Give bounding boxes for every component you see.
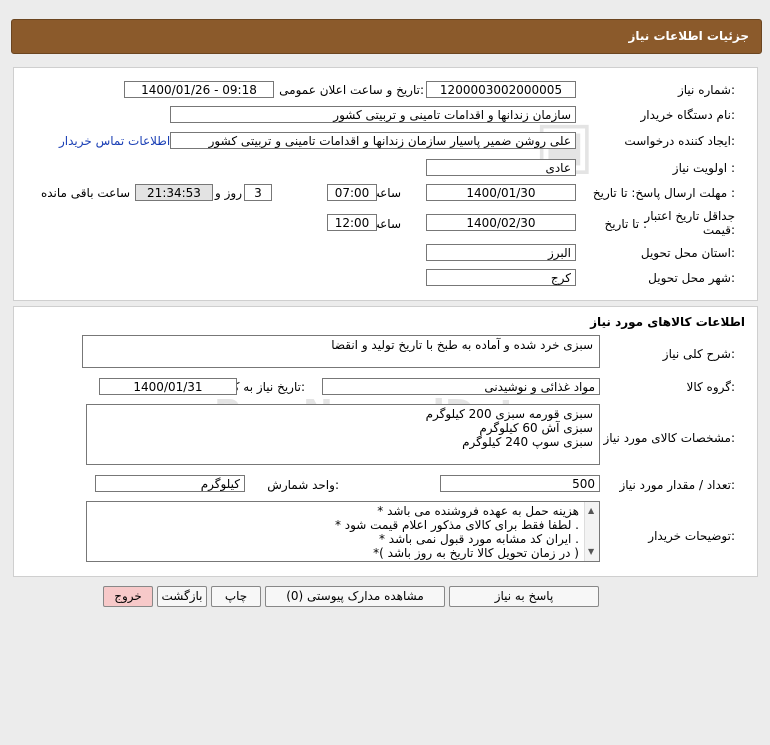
exit-button[interactable]: خروج xyxy=(103,586,153,607)
need-number-field: 1200003002000005 xyxy=(426,81,576,98)
print-button[interactable]: چاپ xyxy=(211,586,261,607)
details-panel: ▣ شماره نیاز: 1200003002000005 تاریخ و س… xyxy=(13,67,758,301)
remaining-days-field: 3 xyxy=(244,184,272,201)
scroll-down-icon[interactable]: ▼ xyxy=(588,545,594,559)
deadline-time-field: 07:00 xyxy=(327,184,377,201)
note-line: . ایران کد مشابه مورد قبول نمی باشد * xyxy=(378,532,579,546)
unit-label: واحد شمارش: xyxy=(267,478,339,492)
unit-field: کیلوگرم xyxy=(95,475,245,492)
spec-line: سبزی آش 60 کیلوگرم xyxy=(479,421,593,435)
deadline-label: مهلت ارسال پاسخ: تا تاریخ : xyxy=(592,186,735,200)
deadline-date-field: 1400/01/30 xyxy=(426,184,576,201)
announce-field: 1400/01/26 - 09:18 xyxy=(124,81,274,98)
note-line: ( در زمان تحویل کالا تاریخ به روز باشد )… xyxy=(373,546,579,560)
remaining-label: ساعت باقی مانده xyxy=(40,186,130,200)
scroll-up-icon[interactable]: ▲ xyxy=(588,504,594,518)
validity-label-2: قیمت: xyxy=(702,223,735,237)
validity-label-1: جداقل تاریخ اعتبار xyxy=(644,209,735,223)
reply-button[interactable]: پاسخ به نیاز xyxy=(449,586,599,607)
priority-label: اولویت نیاز : xyxy=(672,161,735,175)
goods-panel: ParsNamadData اطلاعات کالاهای مورد نیاز … xyxy=(13,306,758,577)
notes-label: توضیحات خریدار: xyxy=(648,529,735,543)
creator-label: ایجاد کننده درخواست: xyxy=(624,134,735,148)
specs-label: مشخصات کالای مورد نیاز: xyxy=(603,431,735,445)
notes-field[interactable]: هزینه حمل به عهده فروشنده می باشد * . لط… xyxy=(86,501,600,562)
province-field: البرز xyxy=(426,244,576,261)
goods-group-field: مواد غذائی و نوشیدنی xyxy=(322,378,600,395)
buyer-contact-link[interactable]: اطلاعات تماس خریدار xyxy=(59,134,170,148)
description-field: سبزی خرد شده و آماده به طبخ با تاریخ تول… xyxy=(82,335,600,368)
goods-group-label: گروه کالا: xyxy=(686,380,736,394)
back-button[interactable]: بازگشت xyxy=(157,586,207,607)
note-line: . لطفا فقط برای کالای مذکور اعلام قیمت ش… xyxy=(334,518,579,532)
priority-field: عادی xyxy=(426,159,576,176)
buyer-org-field: سازمان زندانها و اقدامات تامینی و تربیتی… xyxy=(170,106,576,123)
need-number-label: شماره نیاز: xyxy=(677,83,735,97)
province-label: استان محل تحویل: xyxy=(640,246,735,260)
page-header: جزئیات اطلاعات نیاز xyxy=(11,19,762,54)
creator-field: علی روشن ضمیر پاسیار سازمان زندانها و اق… xyxy=(170,132,576,149)
specs-field: سبزی قورمه سبزی 200 کیلوگرم سبزی آش 60 ک… xyxy=(86,404,600,465)
goods-section-title: اطلاعات کالاهای مورد نیاز xyxy=(590,315,745,329)
spec-line: سبزی سوپ 240 کیلوگرم xyxy=(462,435,593,449)
remaining-time-field: 21:34:53 xyxy=(135,184,213,201)
page-title: جزئیات اطلاعات نیاز xyxy=(628,29,749,43)
days-label: روز و xyxy=(215,186,242,200)
city-field: کرج xyxy=(426,269,576,286)
validity-date-field: 1400/02/30 xyxy=(426,214,576,231)
need-date-field: 1400/01/31 xyxy=(99,378,237,395)
quantity-field: 500 xyxy=(440,475,600,492)
buyer-org-label: نام دستگاه خریدار: xyxy=(640,108,736,122)
validity-time-field: 12:00 xyxy=(327,214,377,231)
attachments-button[interactable]: مشاهده مدارک پیوستی (0) xyxy=(265,586,445,607)
announce-label: تاریخ و ساعت اعلان عمومی: xyxy=(279,83,424,97)
quantity-label: تعداد / مقدار مورد نیاز: xyxy=(619,478,735,492)
city-label: شهر محل تحویل: xyxy=(648,271,735,285)
description-label: شرح کلی نیاز: xyxy=(662,347,735,361)
spec-line: سبزی قورمه سبزی 200 کیلوگرم xyxy=(425,407,593,421)
notes-scrollbar[interactable]: ▲ ▼ xyxy=(584,502,599,561)
description-text: سبزی خرد شده و آماده به طبخ با تاریخ تول… xyxy=(331,338,593,352)
note-line: هزینه حمل به عهده فروشنده می باشد * xyxy=(377,504,579,518)
validity-to-label: تا تاریخ : xyxy=(604,217,647,231)
